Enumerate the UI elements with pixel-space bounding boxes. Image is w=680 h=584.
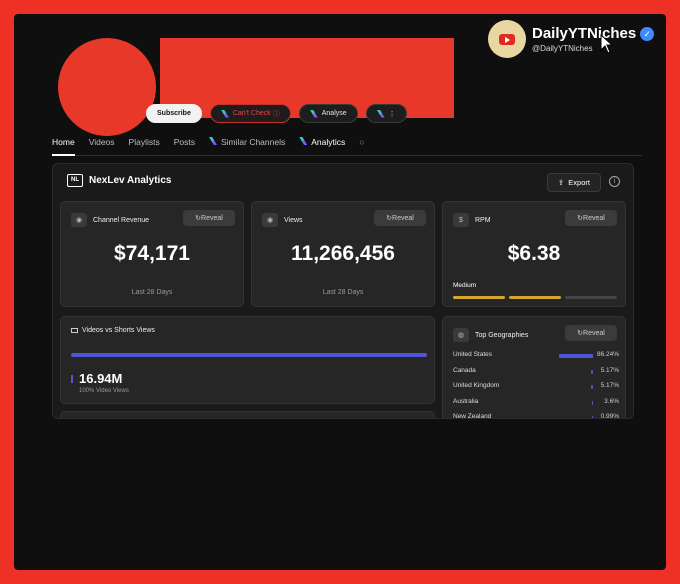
export-button[interactable]: ⇪ Export	[547, 173, 601, 192]
creator-avatar	[488, 20, 526, 58]
mouse-cursor-icon	[600, 34, 614, 54]
nexlev-icon	[309, 109, 318, 118]
channel-avatar-redacted	[58, 38, 156, 136]
geography-percent: 86.24%	[596, 351, 619, 358]
creator-watermark: DailyYTNiches ✓ @DailyYTNiches	[488, 20, 655, 58]
tab-playlists[interactable]: Playlists	[129, 134, 160, 156]
videos-vs-shorts-card: Videos vs Shorts Views 16.94M 100% Video…	[60, 316, 435, 404]
geography-percent: 0.99%	[600, 413, 619, 419]
channel-action-buttons: Subscribe Can't Check ⓘ Analyse ⋮	[146, 104, 407, 123]
geography-country: Canada	[453, 366, 476, 374]
nexlev-icon	[220, 109, 229, 118]
geography-percent: 5.17%	[600, 382, 619, 389]
rpm-level-segment	[565, 296, 617, 299]
views-card: ◉ Views ↻ Reveal 11,266,456 Last 28 Days	[251, 201, 435, 307]
nexlev-icon	[376, 109, 385, 118]
geography-row: New Zealand 0.99%	[453, 413, 619, 419]
screenshot-frame: DailyYTNiches ✓ @DailyYTNiches Subscribe…	[14, 14, 666, 570]
tab-analytics[interactable]: Analytics	[299, 134, 345, 156]
analyse-button[interactable]: Analyse	[298, 104, 358, 123]
video-icon	[71, 328, 78, 333]
rpm-card: $ RPM ↻ Reveal $6.38 Medium	[442, 201, 626, 307]
views-value: 11,266,456	[291, 242, 395, 265]
reveal-geographies-button[interactable]: ↻ Reveal	[565, 325, 617, 341]
geography-country: New Zealand	[453, 413, 492, 419]
verified-icon: ✓	[640, 26, 655, 41]
geography-bar	[590, 385, 593, 389]
geography-percent: 5.17%	[600, 366, 619, 374]
geography-row: Canada 5.17%	[453, 367, 619, 379]
nexlev-icon	[299, 137, 308, 145]
videos-vs-shorts-note: 100% Video Views	[79, 388, 129, 394]
views-label: Views	[284, 216, 303, 224]
more-options-button[interactable]: ⋮	[365, 104, 407, 123]
rpm-level-segment	[509, 296, 561, 299]
videos-vs-shorts-label: Videos vs Shorts Views	[82, 327, 155, 334]
creator-name: DailyYTNiches ✓	[532, 25, 655, 42]
search-icon[interactable]: ○	[359, 134, 364, 156]
revenue-period: Last 28 Days	[131, 289, 173, 296]
tab-posts[interactable]: Posts	[174, 134, 195, 156]
tab-home[interactable]: Home	[52, 134, 75, 156]
channel-tabs: Home Videos Playlists Posts Similar Chan…	[52, 134, 642, 156]
geography-country: United States	[453, 351, 493, 358]
creator-handle: @DailyYTNiches	[532, 44, 593, 53]
rpm-label: RPM	[475, 216, 491, 224]
tab-videos[interactable]: Videos	[89, 134, 115, 156]
geography-bar	[591, 400, 593, 405]
info-icon[interactable]: i	[609, 176, 620, 187]
geography-row: Australia 3.6%	[453, 398, 619, 410]
reveal-rpm-button[interactable]: ↻ Reveal	[565, 210, 617, 226]
eye-icon: ◉	[71, 213, 87, 227]
youtube-icon	[499, 33, 515, 45]
geography-percent: 3.6%	[604, 397, 619, 405]
geography-row: United Kingdom 5.17%	[453, 382, 619, 394]
revenue-label: Channel Revenue	[93, 216, 150, 224]
revenue-value: $74,171	[114, 242, 190, 265]
geography-row: United States 86.24%	[453, 351, 619, 363]
geographies-label: Top Geographies	[475, 331, 529, 339]
top-geographies-card: ◍ Top Geographies ↻ Reveal United States 8…	[442, 316, 626, 419]
cant-check-button[interactable]: Can't Check ⓘ	[209, 104, 291, 123]
rpm-value: $6.38	[507, 242, 561, 265]
nexlev-icon	[208, 137, 217, 145]
geography-bar	[590, 369, 593, 374]
geography-country: United Kingdom	[453, 382, 500, 389]
analytics-header: NL NexLev Analytics	[67, 174, 171, 187]
analytics-panel: NL NexLev Analytics ⇪ Export i ◉ Channel R…	[52, 163, 634, 419]
geography-country: Australia	[453, 397, 479, 405]
series-marker	[71, 375, 73, 383]
eye-icon: ◉	[262, 213, 278, 227]
placeholder-card	[60, 411, 435, 418]
videos-vs-shorts-value: 16.94M	[79, 371, 123, 386]
video-share-bar	[71, 353, 427, 357]
tab-similar-channels[interactable]: Similar Channels	[208, 134, 285, 156]
rpm-level-segment	[453, 296, 505, 299]
dollar-icon: $	[453, 213, 469, 227]
geography-bar	[558, 354, 593, 358]
reveal-views-button[interactable]: ↻ Reveal	[374, 210, 426, 226]
revenue-card: ◉ Channel Revenue ↻ Reveal $74,171 Last 2…	[60, 201, 244, 307]
globe-icon: ◍	[453, 328, 469, 342]
subscribe-button[interactable]: Subscribe	[146, 104, 202, 123]
reveal-revenue-button[interactable]: ↻ Reveal	[183, 210, 235, 226]
rpm-level: Medium	[453, 282, 477, 289]
views-period: Last 28 Days	[322, 289, 364, 296]
nexlev-logo-icon: NL	[67, 174, 83, 187]
upload-icon: ⇪	[558, 178, 565, 187]
geography-bar	[591, 416, 593, 418]
